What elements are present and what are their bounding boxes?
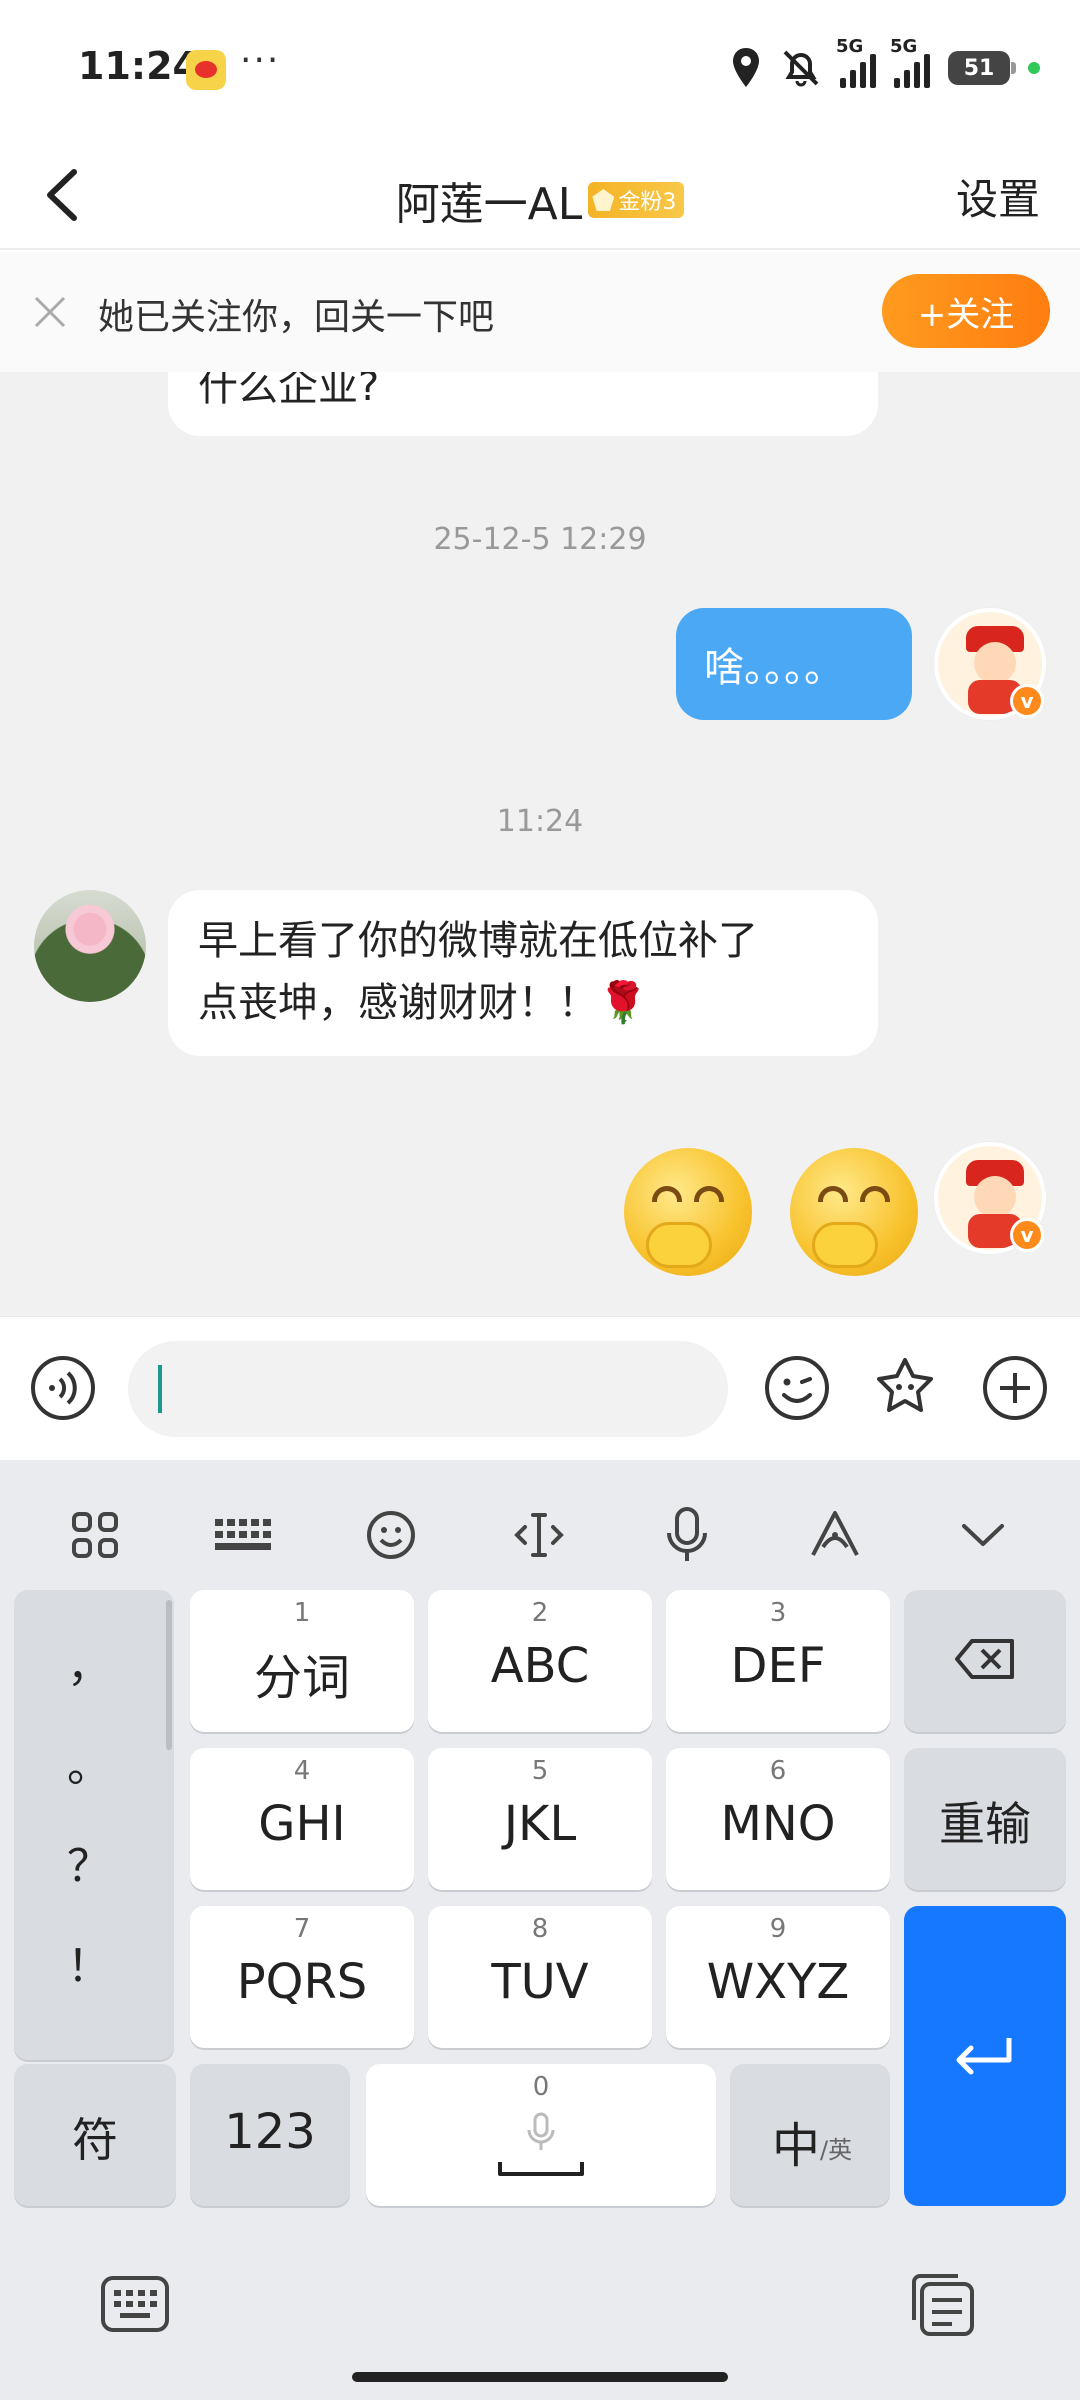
emoji-icon[interactable] [356, 1500, 426, 1570]
message-input-bar [0, 1316, 1080, 1460]
message-timestamp: 11:24 [496, 804, 584, 839]
privacy-indicator [1028, 62, 1040, 74]
message-bubble-incoming[interactable]: 早上看了你的微博就在低位补了 点丧坤，感谢财财！！🌹 [168, 890, 878, 1056]
space-bar-icon [498, 2162, 584, 2176]
weibo-icon [186, 50, 226, 90]
symbol-key[interactable]: 符 [14, 2064, 176, 2206]
key-7[interactable]: 7 PQRS [190, 1906, 414, 2048]
follow-button[interactable]: +关注 [882, 274, 1050, 348]
chat-header: 阿莲一AL 金粉3 设置 [0, 140, 1080, 250]
punctuation-scrollbar [166, 1600, 172, 1750]
punct-exclaim[interactable]: ！ [14, 1930, 164, 1994]
more-notifications-icon: ··· [240, 40, 281, 81]
punct-comma[interactable]: ， [14, 1630, 164, 1694]
message-text-line: 早上看了你的微博就在低位补了 [198, 918, 758, 964]
status-bar: 11:24 ··· 5G 5G 51 [0, 0, 1080, 140]
key-1[interactable]: 1 分词 [190, 1590, 414, 1732]
verified-badge: v [1010, 684, 1044, 718]
sticker-thinking-emoji[interactable] [790, 1148, 918, 1276]
enter-key[interactable] [904, 1906, 1066, 2206]
message-bubble-incoming: 什么企业? [168, 372, 878, 436]
clipboard-icon[interactable] [908, 2272, 978, 2336]
sticker-thinking-emoji[interactable] [624, 1148, 752, 1276]
page-title[interactable]: 阿莲一AL [396, 168, 583, 232]
sticker-icon[interactable] [872, 1355, 938, 1421]
smile-icon[interactable] [764, 1355, 830, 1421]
punct-question[interactable]: ？ [14, 1830, 164, 1894]
backspace-key[interactable] [904, 1590, 1066, 1732]
voice-icon[interactable] [30, 1355, 96, 1421]
key-9[interactable]: 9 WXYZ [666, 1906, 890, 2048]
chevron-down-icon[interactable] [948, 1500, 1018, 1570]
cursor-icon[interactable] [504, 1500, 574, 1570]
signal-icon: 5G [890, 36, 930, 88]
title-group: 阿莲一AL 金粉3 [0, 168, 1080, 232]
signal-icon: 5G [836, 36, 876, 88]
status-time: 11:24 [78, 44, 199, 88]
message-text: 什么企业? [198, 372, 380, 410]
message-list[interactable]: 什么企业? 25-12-5 12:29 啥。。。。 v 11:24 早上看了你的… [0, 372, 1080, 1316]
key-6[interactable]: 6 MNO [666, 1748, 890, 1890]
follow-back-banner: 她已关注你，回关一下吧 +关注 [0, 252, 1080, 372]
verified-badge: v [1010, 1218, 1044, 1252]
status-icons: 5G 5G 51 [730, 36, 1040, 92]
home-indicator[interactable] [352, 2372, 728, 2382]
battery-icon: 51 [948, 51, 1016, 85]
punct-period[interactable]: 。 [14, 1730, 164, 1794]
message-bubble-outgoing[interactable]: 啥。。。。 [676, 608, 912, 720]
handwriting-icon[interactable] [800, 1500, 870, 1570]
key-2[interactable]: 2 ABC [428, 1590, 652, 1732]
mute-icon [783, 50, 819, 87]
plus-icon[interactable] [982, 1355, 1048, 1421]
key-4[interactable]: 4 GHI [190, 1748, 414, 1890]
grid-icon[interactable] [60, 1500, 130, 1570]
fan-level-badge[interactable]: 金粉3 [588, 182, 685, 218]
key-3[interactable]: 3 DEF [666, 1590, 890, 1732]
key-8[interactable]: 8 TUV [428, 1906, 652, 2048]
reenter-key[interactable]: 重输 [904, 1748, 1066, 1890]
mic-icon [527, 2112, 555, 2150]
settings-button[interactable]: 设置 [956, 166, 1040, 227]
punctuation-list[interactable]: ， 。 ？ ！ [14, 1590, 174, 2060]
number-key[interactable]: 123 [190, 2064, 350, 2206]
mic-icon[interactable] [652, 1500, 722, 1570]
message-timestamp: 25-12-5 12:29 [433, 522, 647, 557]
follow-prompt-text: 她已关注你，回关一下吧 [98, 297, 495, 338]
backspace-icon [955, 1639, 1014, 1679]
return-icon [956, 2038, 1012, 2075]
gem-icon [592, 189, 615, 211]
location-icon [733, 48, 759, 87]
keyboard: ， 。 ？ ！ 1 分词 2 ABC 3 DEF 4 GHI 5 JKL 6 MNO 重输 … [0, 1460, 1080, 2400]
keyboard-switch-icon[interactable] [100, 2272, 170, 2336]
contact-avatar[interactable] [34, 890, 146, 1002]
language-toggle-key[interactable]: 中 /英 [730, 2064, 890, 2206]
message-text-line: 点丧坤，感谢财财！！🌹 [198, 980, 648, 1026]
close-icon[interactable] [30, 292, 70, 332]
message-input[interactable] [128, 1341, 728, 1437]
text-caret [158, 1365, 162, 1413]
message-text: 啥。。。。 [704, 645, 844, 691]
space-key[interactable]: 0 [366, 2064, 716, 2206]
keyboard-icon[interactable] [208, 1500, 278, 1570]
key-5[interactable]: 5 JKL [428, 1748, 652, 1890]
